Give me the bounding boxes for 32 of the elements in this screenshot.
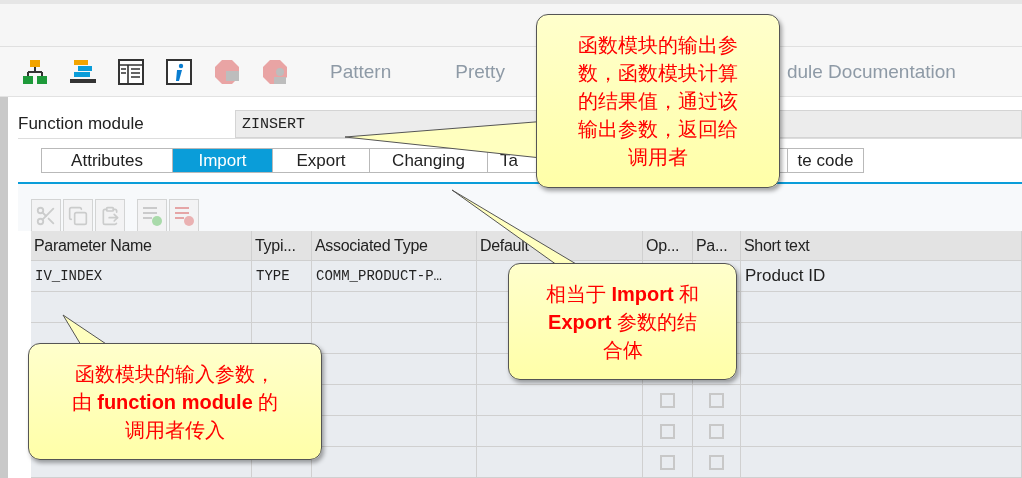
callout-note: 相当于 Import 和 Export 参数的结合体 [508,263,737,380]
table-cell: COMM_PRODUCT-P… [312,261,477,292]
checkbox[interactable] [709,392,724,408]
checkbox[interactable] [660,454,675,470]
tab[interactable]: Changing [370,148,488,173]
table-cell [252,292,312,323]
field-label: Function module [18,114,145,134]
scissors-icon [35,204,57,227]
callout-note: 函数模块的输入参数，由 function module 的调用者传入 [28,343,322,460]
column-header: Short text [741,231,1022,261]
table-cell: TYPE [252,261,312,292]
column-header: Parameter Name [31,231,252,261]
checkbox[interactable] [709,454,724,470]
column-header: Typi... [252,231,312,261]
remove-row-icon [173,204,195,227]
checkbox[interactable] [660,423,675,439]
checkbox[interactable] [660,392,675,408]
callout-note: 函数模块的输出参数，函数模块计算的结果值，通过该输出参数，返回给调用者 [536,14,780,188]
layout-icon[interactable] [116,56,146,87]
copy-icon [68,205,88,226]
paste-icon [100,205,120,226]
checkbox[interactable] [709,423,724,439]
column-header: Op... [643,231,693,261]
tab[interactable]: Export [273,148,370,173]
info-icon[interactable] [164,56,194,87]
column-header: Pa... [693,231,741,261]
tab[interactable]: Attributes [41,148,173,173]
table-cell: IV_INDEX [31,261,252,292]
tab[interactable]: te code [788,148,864,173]
add-row-icon [141,204,163,227]
column-header: Associated Type [312,231,477,261]
table-cell: Product ID [741,261,1022,292]
